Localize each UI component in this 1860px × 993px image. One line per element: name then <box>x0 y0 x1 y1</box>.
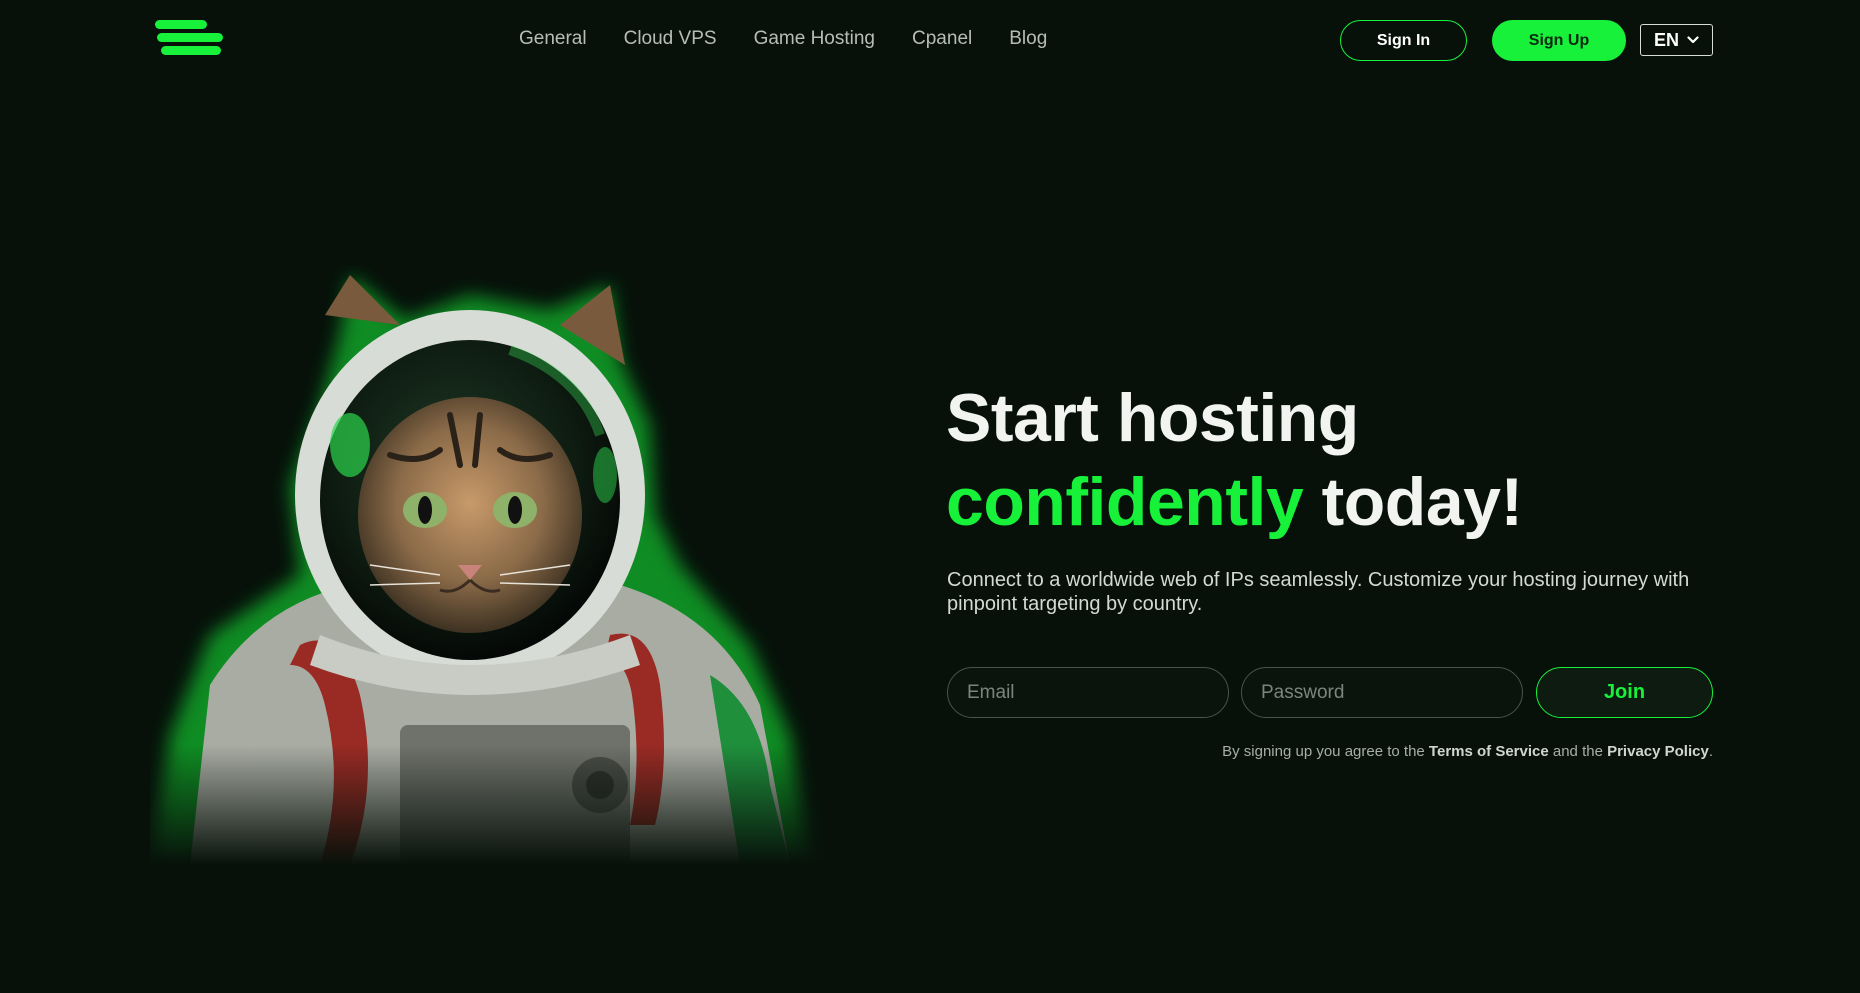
terms-prefix: By signing up you agree to the <box>1222 743 1425 760</box>
headline-rest: today! <box>1321 464 1524 540</box>
chevron-down-icon <box>1687 36 1699 44</box>
privacy-policy-link[interactable]: Privacy Policy <box>1607 743 1709 760</box>
nav-item-blog[interactable]: Blog <box>1009 28 1047 50</box>
password-field[interactable] <box>1241 667 1523 718</box>
terms-of-service-link[interactable]: Terms of Service <box>1429 743 1549 760</box>
terms-middle: and the <box>1552 743 1603 760</box>
logo-bar <box>157 33 223 42</box>
nav-item-cpanel[interactable]: Cpanel <box>912 28 972 50</box>
email-field[interactable] <box>947 667 1229 718</box>
nav-item-cloud-vps[interactable]: Cloud VPS <box>624 28 717 50</box>
astronaut-cat-illustration <box>150 275 920 865</box>
language-selector[interactable]: EN <box>1640 24 1713 56</box>
logo[interactable] <box>155 20 223 56</box>
headline-line-1: Start hosting <box>946 380 1359 456</box>
sign-in-button[interactable]: Sign In <box>1340 20 1467 61</box>
nav-item-game-hosting[interactable]: Game Hosting <box>754 28 875 50</box>
hero-headline: Start hosting confidently today! <box>946 376 1523 544</box>
sign-up-button[interactable]: Sign Up <box>1492 20 1626 61</box>
headline-accent: confidently <box>946 464 1304 540</box>
hero-subtitle: Connect to a worldwide web of IPs seamle… <box>947 569 1690 615</box>
terms-notice: By signing up you agree to the Terms of … <box>1222 743 1713 760</box>
main-nav: General Cloud VPS Game Hosting Cpanel Bl… <box>519 28 1047 50</box>
logo-bar <box>161 46 221 55</box>
page: General Cloud VPS Game Hosting Cpanel Bl… <box>0 0 1860 993</box>
nav-item-general[interactable]: General <box>519 28 587 50</box>
logo-bar <box>155 20 207 29</box>
language-label: EN <box>1653 29 1679 50</box>
join-button[interactable]: Join <box>1536 667 1713 718</box>
terms-suffix: . <box>1708 743 1713 760</box>
